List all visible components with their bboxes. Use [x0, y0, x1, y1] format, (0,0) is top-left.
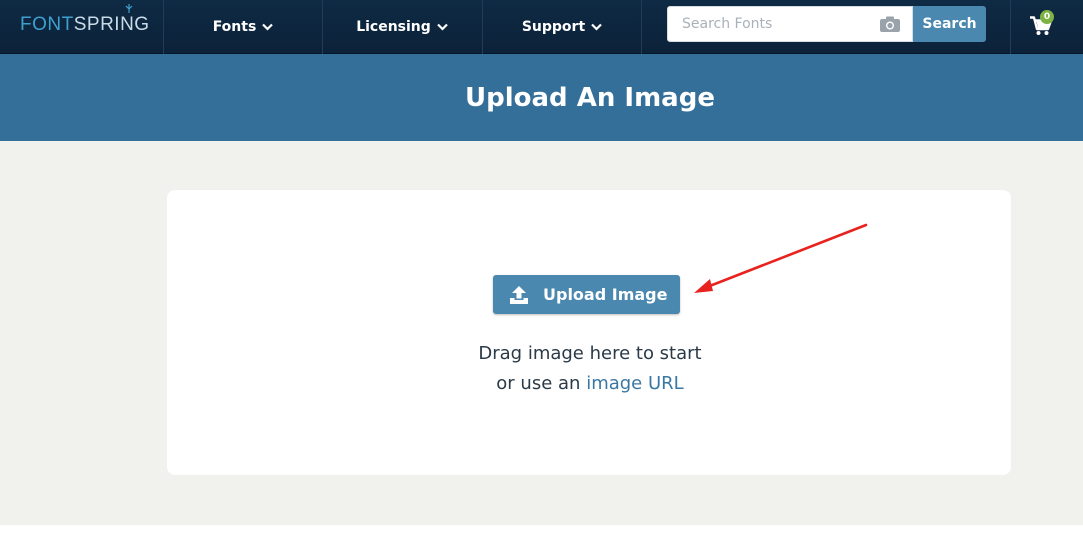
cart-button[interactable]: 0 — [1028, 10, 1062, 40]
fontspring-logo[interactable]: FONTSPRING — [20, 4, 150, 37]
red-arrow-annotation — [694, 223, 868, 293]
nav-licensing-label: Licensing — [356, 19, 431, 35]
cart-count-badge: 0 — [1040, 10, 1054, 24]
nav-support-label: Support — [521, 19, 586, 35]
upload-button-label: Upload Image — [543, 285, 668, 304]
nav-divider — [1010, 0, 1011, 54]
page-header: Upload An Image — [0, 54, 1083, 141]
nav-fonts-menu[interactable]: Fonts — [164, 0, 322, 54]
drag-line: Drag image here to start — [478, 343, 702, 364]
upload-dropzone[interactable] — [167, 190, 1011, 475]
logo-text-spring: SPRING — [73, 14, 150, 35]
url-prefix: or use an — [496, 373, 587, 394]
chevron-down-icon — [437, 23, 448, 31]
nav-support-menu[interactable]: Support — [483, 0, 641, 54]
footer-strip — [0, 525, 1083, 534]
top-navigation-bar: FONTSPRING Fonts Licensing Support Searc… — [0, 0, 1083, 54]
drag-instructions: Drag image here to start or use an image… — [400, 339, 780, 399]
nav-licensing-menu[interactable]: Licensing — [323, 0, 481, 54]
upload-image-button[interactable]: Upload Image — [493, 275, 680, 314]
search-input[interactable] — [668, 7, 868, 41]
logo-text-font: FONT — [20, 14, 74, 35]
search-box — [667, 6, 913, 42]
nav-fonts-label: Fonts — [212, 19, 257, 35]
chevron-down-icon — [262, 23, 274, 31]
image-url-link[interactable]: image URL — [586, 373, 684, 394]
camera-icon[interactable] — [880, 16, 900, 32]
search-button[interactable]: Search — [913, 6, 986, 42]
nav-divider — [641, 0, 642, 54]
upload-icon — [510, 285, 528, 304]
url-line: or use an image URL — [400, 369, 780, 399]
page-title: Upload An Image — [465, 82, 715, 113]
chevron-down-icon — [591, 23, 602, 31]
sprout-icon — [125, 4, 133, 13]
